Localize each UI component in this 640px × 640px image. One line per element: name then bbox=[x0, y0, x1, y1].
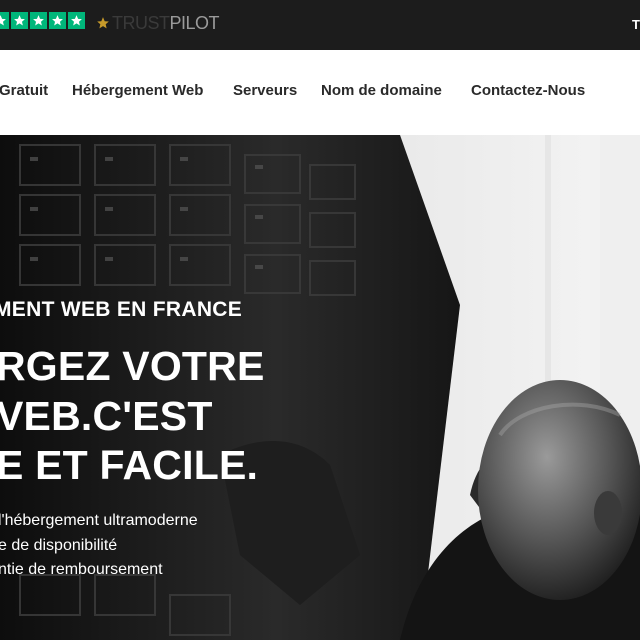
nav-item-nom-de-domaine[interactable]: Nom de domaine bbox=[321, 82, 442, 100]
star-icon bbox=[68, 12, 85, 29]
star-icon bbox=[11, 12, 28, 29]
star-icon bbox=[49, 12, 66, 29]
hero-headline-line: VEB.C'EST bbox=[0, 393, 213, 439]
top-bar: TRUSTPILOT T bbox=[0, 0, 640, 50]
hero-kicker: MENT WEB EN FRANCE bbox=[0, 298, 243, 321]
main-nav: Gratuit Hébergement Web Serveurs Nom de … bbox=[0, 50, 640, 135]
hero-feature: e de disponibilité bbox=[0, 537, 118, 554]
star-icon bbox=[30, 12, 47, 29]
nav-item-contactez-nous[interactable]: Contactez-Nous bbox=[471, 82, 585, 100]
trustpilot-logo[interactable]: TRUSTPILOT bbox=[96, 13, 220, 33]
trustpilot-wordmark: TRUSTPILOT bbox=[112, 13, 220, 33]
top-right-link[interactable]: T bbox=[632, 18, 640, 32]
nav-item-hebergement-web[interactable]: Hébergement Web bbox=[72, 82, 203, 100]
hero-feature: ntie de remboursement bbox=[0, 561, 163, 578]
trustpilot-rating bbox=[0, 12, 85, 29]
nav-item-gratuit[interactable]: Gratuit bbox=[0, 82, 48, 100]
hero-feature: l'hébergement ultramoderne bbox=[0, 512, 198, 529]
hero-headline-line: RGEZ VOTRE bbox=[0, 343, 265, 389]
trustpilot-star-icon bbox=[97, 17, 109, 29]
hero-text: MENT WEB EN FRANCE RGEZ VOTRE VEB.C'EST … bbox=[0, 135, 640, 640]
nav-item-serveurs[interactable]: Serveurs bbox=[233, 82, 297, 100]
star-icon bbox=[0, 12, 9, 29]
hero-headline-line: E ET FACILE. bbox=[0, 442, 259, 488]
trustpilot-wordmark-a: TRUST bbox=[112, 13, 170, 33]
hero-section: MENT WEB EN FRANCE RGEZ VOTRE VEB.C'EST … bbox=[0, 135, 640, 640]
trustpilot-wordmark-b: PILOT bbox=[169, 13, 220, 33]
